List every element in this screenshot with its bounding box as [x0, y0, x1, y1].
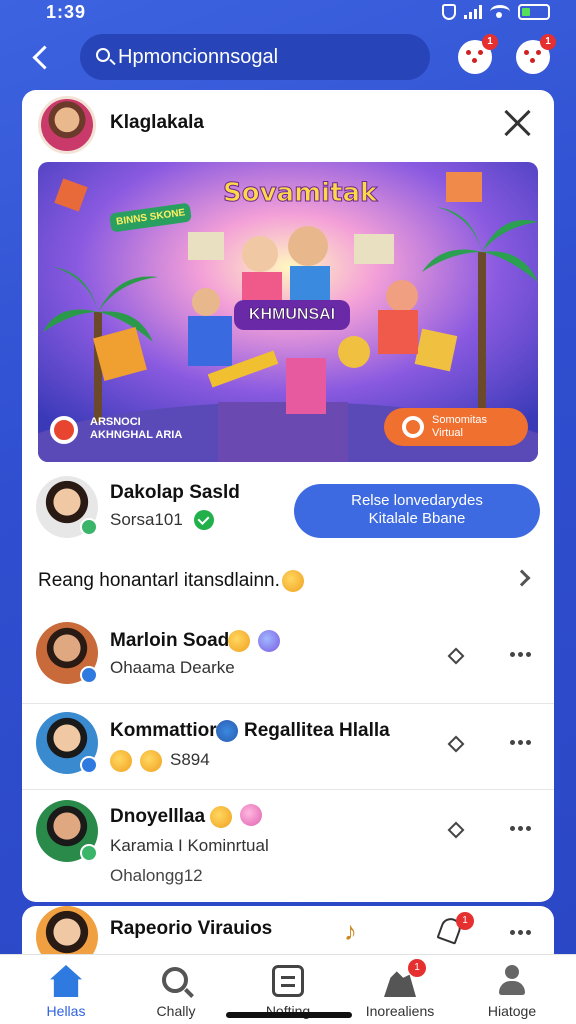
signal-icon: [464, 5, 482, 19]
card-header-name: Klaglakala: [110, 112, 204, 133]
more-icon[interactable]: [510, 826, 532, 832]
battery-icon: [518, 4, 550, 20]
list-item-name: Rapeorio Virauios: [110, 918, 273, 939]
music-note-icon: ♪: [344, 916, 357, 946]
home-icon: [50, 965, 82, 997]
close-button[interactable]: [502, 108, 532, 138]
status-icons: [442, 4, 550, 20]
notification-button-1[interactable]: 1: [458, 34, 498, 74]
home-indicator: [226, 1012, 352, 1018]
avatar[interactable]: [38, 96, 96, 154]
status-bar: 1:39: [0, 0, 576, 28]
verified-icon: [80, 844, 98, 862]
list-item-name-2: Regallitea Hlalla: [244, 720, 390, 741]
banner-button-label: Somomitas Virtual: [432, 414, 488, 439]
banner-title: Sovamitak: [222, 178, 378, 209]
nav-label: Inorealiens: [365, 1003, 435, 1019]
chevron-right-icon[interactable]: [513, 569, 531, 587]
notification-badge: 1: [540, 34, 556, 50]
search-bar[interactable]: [80, 34, 430, 80]
diamond-icon[interactable]: [447, 647, 465, 665]
verified-icon: [80, 518, 98, 536]
balloon-icon: [240, 804, 262, 826]
profile-name: Dakolap Sasld: [110, 482, 240, 503]
nav-item-search[interactable]: Chally: [128, 955, 224, 1024]
list-item-name: Kommattior: [110, 720, 217, 741]
search-input[interactable]: [118, 44, 418, 70]
nav-item-profile[interactable]: Hiatoge: [464, 955, 560, 1024]
menu-icon: [272, 965, 304, 997]
list-item-subtitle: Karamia I Kominrtual: [110, 836, 269, 855]
shield-icon: [442, 4, 456, 20]
reason-row[interactable]: Reang honantarl itansdlainn.: [22, 558, 554, 602]
status-time: 1:39: [46, 2, 87, 22]
top-bar: 1 1: [0, 32, 576, 82]
nav-label: Hiatoge: [487, 1003, 537, 1019]
nav-item-home[interactable]: Hellas: [18, 955, 114, 1024]
nav-label: Chally: [156, 1003, 196, 1019]
game-icon: [466, 50, 484, 64]
list-item-name: Dnoyelllaa: [110, 806, 206, 827]
wifi-icon: [490, 5, 510, 19]
banner-caption: ARSNOCI AKHNGHAL ARIA: [50, 412, 200, 448]
diamond-icon[interactable]: [447, 735, 465, 753]
more-icon[interactable]: [510, 740, 532, 746]
list-item-detail: Ohalongg12: [110, 866, 203, 885]
check-icon: [194, 510, 214, 530]
user-icon: [496, 965, 528, 997]
record-icon: [402, 416, 424, 438]
card-header: Klaglakala: [22, 90, 554, 160]
reason-text: Reang honantarl itansdlainn.: [38, 570, 280, 591]
nav-label: Hellas: [46, 1003, 86, 1019]
list-item-subtitle: S894: [170, 750, 210, 769]
more-icon[interactable]: [510, 930, 532, 936]
back-button[interactable]: [26, 40, 56, 74]
group-icon: [216, 720, 238, 742]
profile-row: Dakolap Sasld Sorsa101 Relse lonvedaryde…: [22, 472, 554, 542]
wink-emoji-icon: [282, 570, 304, 592]
banner-action-button[interactable]: Somomitas Virtual: [384, 408, 528, 446]
avatar-emoji-icon: [228, 630, 250, 652]
notification-badge: 1: [408, 959, 426, 977]
list-item[interactable]: Kommattior Regallitea Hlalla S894: [22, 704, 554, 790]
record-icon: [50, 416, 78, 444]
more-icon[interactable]: [510, 652, 532, 658]
emoji-icon: [140, 750, 162, 772]
game-icon: [524, 50, 542, 64]
emoji-icon: [110, 750, 132, 772]
search-icon: [162, 967, 188, 993]
laughing-emoji-icon: [210, 806, 232, 828]
profile-action-button[interactable]: Relse lonvedarydes Kitalale Bbane: [294, 484, 540, 538]
verified-icon: [80, 666, 98, 684]
banner-subtitle: KHMUNSAI: [234, 300, 350, 330]
list-item-name: Marloin Soad: [110, 630, 230, 651]
notification-badge: 1: [482, 34, 498, 50]
banner-caption-text: ARSNOCI AKHNGHAL ARIA: [90, 416, 183, 441]
list-item[interactable]: Dnoyelllaa Karamia I Kominrtual Ohalongg…: [22, 790, 554, 902]
verified-icon: [80, 756, 98, 774]
search-icon: [96, 48, 110, 62]
notification-badge: 1: [456, 912, 474, 930]
heart-emoji-icon: [258, 630, 280, 652]
list-item-subtitle: Ohaama Dearke: [110, 658, 235, 677]
banner-image[interactable]: Sovamitak BINNS SKONE KHMUNSAI ARSNOCI A…: [38, 162, 538, 462]
nav-item-people[interactable]: 1 Inorealiens: [352, 955, 448, 1024]
notification-button-2[interactable]: 1: [516, 34, 556, 74]
diamond-icon[interactable]: [447, 821, 465, 839]
main-card: Klaglakala Sovamitak BINNS SKONE KHMUNSA…: [22, 90, 554, 902]
list-item[interactable]: Marloin Soad Ohaama Dearke: [22, 614, 554, 704]
profile-subtitle: Sorsa101: [110, 510, 183, 529]
